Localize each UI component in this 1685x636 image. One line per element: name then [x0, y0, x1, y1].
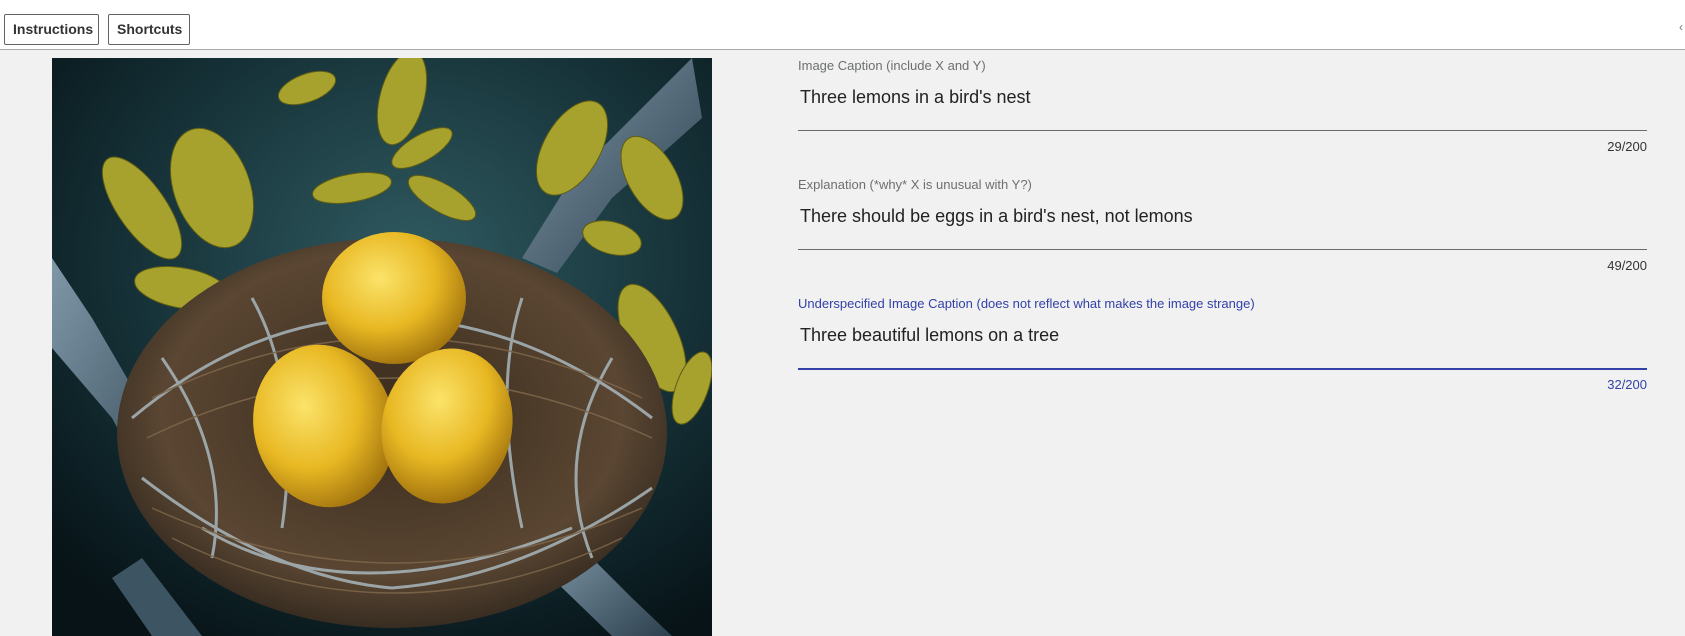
explanation-underline: [798, 249, 1647, 250]
overflow-chevron-icon: ‹: [1679, 22, 1683, 32]
task-image: [52, 58, 712, 636]
instructions-button[interactable]: Instructions: [4, 14, 99, 45]
lemons-in-nest-illustration: [52, 58, 712, 636]
underspecified-caption-char-counter: 32/200: [1607, 377, 1647, 392]
image-caption-underline: [798, 130, 1647, 131]
underspecified-caption-label: Underspecified Image Caption (does not r…: [798, 296, 1255, 311]
image-caption-label: Image Caption (include X and Y): [798, 58, 986, 73]
top-toolbar: Instructions Shortcuts ‹: [0, 0, 1685, 50]
explanation-char-counter: 49/200: [1607, 258, 1647, 273]
shortcuts-button[interactable]: Shortcuts: [108, 14, 190, 45]
explanation-input[interactable]: [798, 195, 1647, 237]
underspecified-caption-input[interactable]: [798, 314, 1647, 356]
underspecified-caption-underline: [798, 368, 1647, 370]
image-caption-input[interactable]: [798, 76, 1647, 118]
image-caption-char-counter: 29/200: [1607, 139, 1647, 154]
explanation-label: Explanation (*why* X is unusual with Y?): [798, 177, 1032, 192]
